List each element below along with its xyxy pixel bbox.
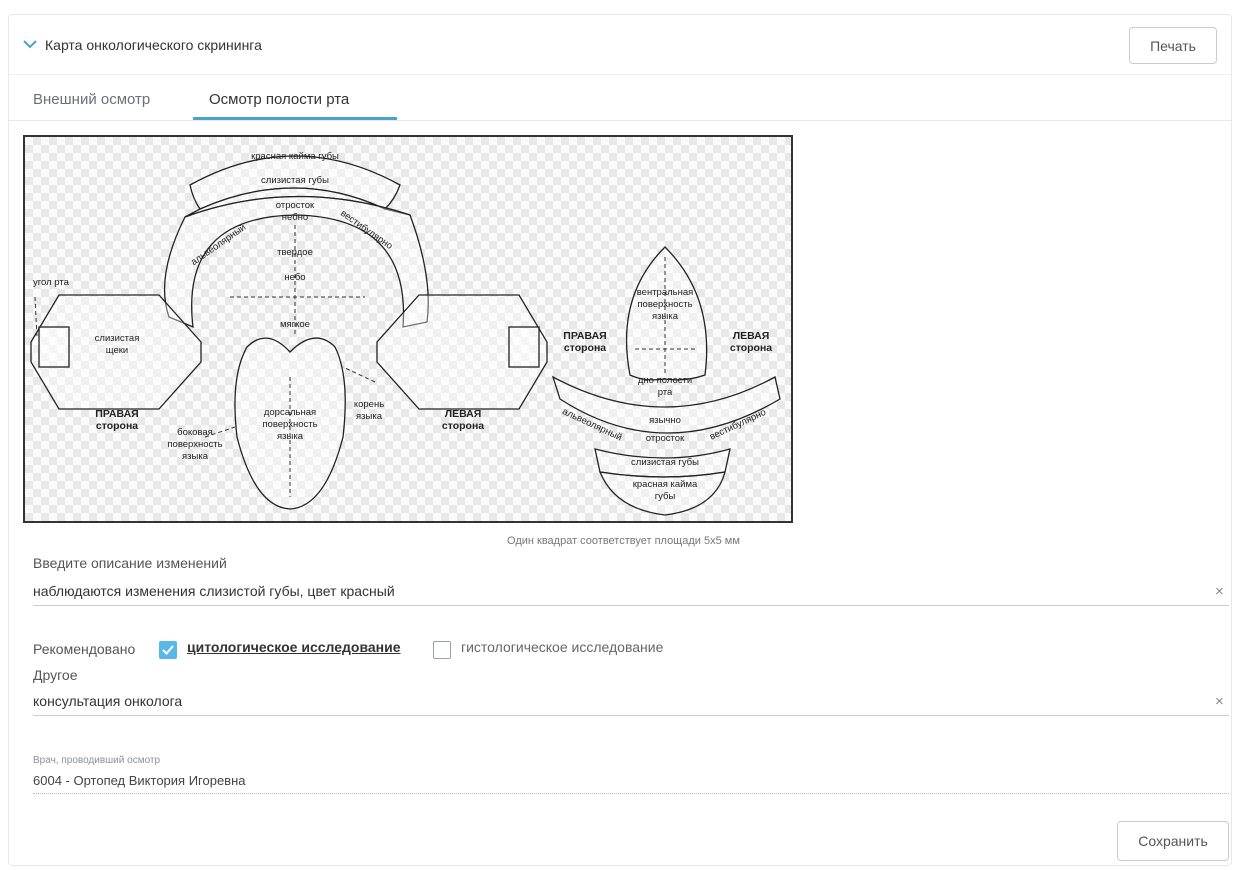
label-hard: твердое	[277, 247, 313, 258]
card-header[interactable]: Карта онкологического скрининга Печать	[9, 15, 1231, 75]
doctor-label: Врач, проводивший осмотр	[33, 755, 161, 766]
histology-label[interactable]: гистологическое исследование	[461, 639, 663, 655]
cytology-label[interactable]: цитологическое исследование	[187, 639, 401, 655]
oral-cavity-diagram-svg: красная кайма губы слизистая губы альвео…	[30, 151, 781, 516]
label-mouth-corner: угол рта	[33, 277, 70, 288]
cytology-checkbox[interactable]	[159, 641, 177, 659]
label-lower-lip-border-2: губы	[655, 491, 676, 502]
label-left-side-2: сторона	[442, 420, 484, 432]
oncology-screening-card: Карта онкологического скрининга Печать В…	[8, 14, 1232, 866]
other-underline	[33, 715, 1229, 716]
label-dorsal-2: поверхность	[262, 419, 317, 430]
label-lateral-2: поверхность	[167, 439, 222, 450]
label-upper-lip-mucosa: слизистая губы	[261, 175, 329, 186]
label-dorsal-3: языка	[277, 431, 304, 442]
label-left-side-1: ЛЕВАЯ	[445, 408, 482, 420]
label-palate: небо	[284, 272, 305, 283]
label-lower-lip-border-1: красная кайма	[633, 479, 698, 490]
label-soft: мягкое	[280, 319, 310, 330]
description-underline	[33, 605, 1229, 606]
label-right-side-b1: ПРАВАЯ	[563, 330, 606, 342]
label-palatal: небно	[282, 212, 308, 223]
right-mouth-corner	[38, 326, 70, 368]
label-right-side-b2: сторона	[564, 342, 606, 354]
label-floor-1: дно полости	[638, 375, 692, 386]
tab-external-exam[interactable]: Внешний осмотр	[33, 91, 150, 108]
label-dorsal-1: дорсальная	[264, 407, 316, 418]
description-input[interactable]: наблюдаются изменения слизистой губы, цв…	[33, 583, 395, 599]
save-button[interactable]: Сохранить	[1117, 821, 1229, 861]
recommended-label: Рекомендовано	[33, 641, 136, 657]
label-ventral-3: языка	[652, 311, 679, 322]
description-label: Введите описание изменений	[33, 555, 227, 571]
print-button[interactable]: Печать	[1129, 27, 1217, 64]
chevron-down-icon[interactable]	[23, 39, 37, 49]
label-upper-process: отросток	[276, 200, 315, 211]
label-lateral-1: боковая	[177, 427, 213, 438]
label-left-side-b1: ЛЕВАЯ	[733, 330, 770, 342]
other-label: Другое	[33, 667, 78, 683]
label-ventral-1: вентральная	[637, 287, 694, 298]
other-clear-icon[interactable]: ×	[1215, 693, 1224, 710]
label-lingual: язычно	[649, 415, 681, 426]
label-upper-lip-border: красная кайма губы	[251, 151, 339, 162]
checkmark-icon	[162, 645, 174, 655]
active-tab-indicator	[193, 117, 397, 120]
label-right-side-2: сторона	[96, 420, 138, 432]
label-right-side-1: ПРАВАЯ	[95, 408, 138, 420]
scale-note: Один квадрат соответствует площади 5x5 м…	[507, 535, 740, 547]
label-lower-mucosa: слизистая губы	[631, 457, 699, 468]
card-title: Карта онкологического скрининга	[45, 37, 262, 53]
label-floor-2: рта	[658, 387, 673, 398]
tabs: Внешний осмотр Осмотр полости рта	[9, 75, 1231, 121]
tab-oral-exam[interactable]: Осмотр полости рта	[209, 91, 349, 108]
label-left-side-b2: сторона	[730, 342, 772, 354]
other-input[interactable]: консультация онколога	[33, 693, 182, 709]
label-lateral-3: языка	[182, 451, 209, 462]
label-cheek-1: слизистая	[95, 333, 140, 344]
histology-checkbox[interactable]	[433, 641, 451, 659]
left-mouth-corner	[508, 326, 540, 368]
label-root-2: языка	[356, 411, 383, 422]
label-cheek-2: щеки	[106, 345, 128, 356]
label-ventral-2: поверхность	[637, 299, 692, 310]
doctor-field[interactable]: 6004 - Ортопед Виктория Игоревна	[33, 773, 246, 788]
description-clear-icon[interactable]: ×	[1215, 583, 1224, 600]
label-root-1: корень	[354, 399, 384, 410]
label-lower-process: отросток	[646, 433, 685, 444]
oral-cavity-diagram[interactable]: красная кайма губы слизистая губы альвео…	[23, 135, 793, 523]
doctor-underline	[33, 793, 1229, 794]
